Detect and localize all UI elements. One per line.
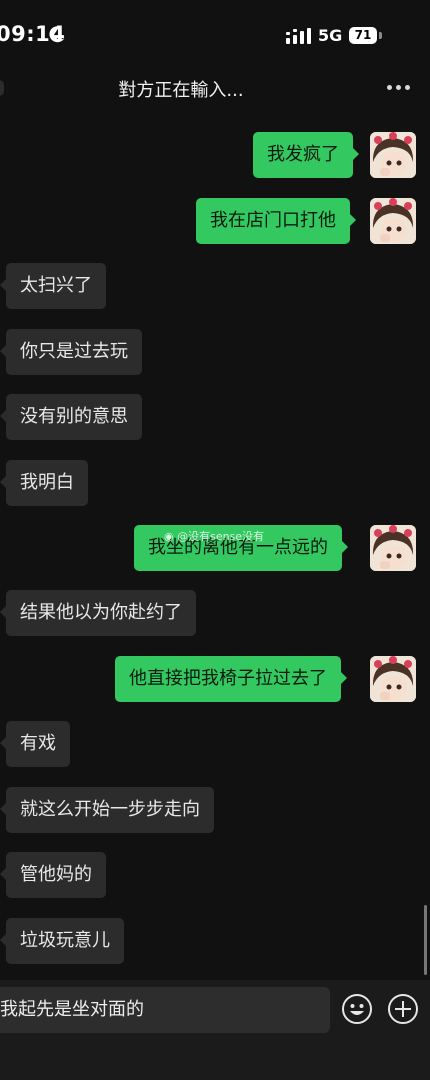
plus-icon[interactable] — [387, 993, 419, 1025]
watermark: ◉ @没有sense没有 — [164, 528, 264, 544]
avatar[interactable] — [370, 132, 416, 178]
more-icon[interactable] — [384, 84, 412, 92]
message-bubble-incoming[interactable]: 我明白 — [0, 460, 88, 506]
message-bubble-incoming[interactable]: 太扫兴了 — [0, 263, 106, 309]
message-list[interactable]: 我发疯了 我在店门口打他 太扫兴了 你只是过去玩 没有别的意思 我明白 我坐的离… — [0, 114, 430, 980]
message-bubble-outgoing[interactable]: 我在店门口打他 — [196, 198, 356, 244]
watermark-text: @没有sense没有 — [177, 530, 265, 543]
scrollbar[interactable] — [424, 905, 427, 975]
message-bubble-incoming[interactable]: 有戏 — [0, 721, 70, 767]
avatar-image — [370, 525, 416, 571]
message-bubble-incoming[interactable]: 就这么开始一步步走向 — [0, 787, 214, 833]
battery-tip — [379, 32, 382, 39]
battery-indicator: 71 — [349, 27, 377, 44]
moon-icon — [49, 26, 65, 43]
avatar[interactable] — [370, 525, 416, 571]
message-bubble-incoming[interactable]: 管他妈的 — [0, 852, 106, 898]
message-bubble-incoming[interactable]: 你只是过去玩 — [0, 329, 142, 375]
avatar[interactable] — [370, 656, 416, 702]
emoji-icon[interactable] — [341, 993, 373, 1025]
message-bubble-incoming[interactable]: 没有别的意思 — [0, 394, 142, 440]
status-bar: 09:14 5G 71 — [0, 0, 430, 64]
message-bubble-incoming[interactable]: 结果他以为你赴约了 — [0, 590, 196, 636]
avatar[interactable] — [370, 198, 416, 244]
signal-icon — [286, 28, 311, 44]
message-bubble-incoming[interactable]: 垃圾玩意儿 — [0, 918, 124, 964]
avatar-image — [370, 198, 416, 244]
chat-title: 對方正在輸入... — [118, 80, 244, 101]
network-type: 5G — [318, 26, 343, 45]
avatar-image — [370, 656, 416, 702]
weibo-icon: ◉ — [164, 530, 174, 543]
message-bubble-outgoing[interactable]: 他直接把我椅子拉过去了 — [115, 656, 347, 702]
avatar-image — [370, 132, 416, 178]
message-bubble-outgoing[interactable]: 我发疯了 — [253, 132, 359, 178]
message-input[interactable]: 我起先是坐对面的 — [0, 987, 330, 1033]
